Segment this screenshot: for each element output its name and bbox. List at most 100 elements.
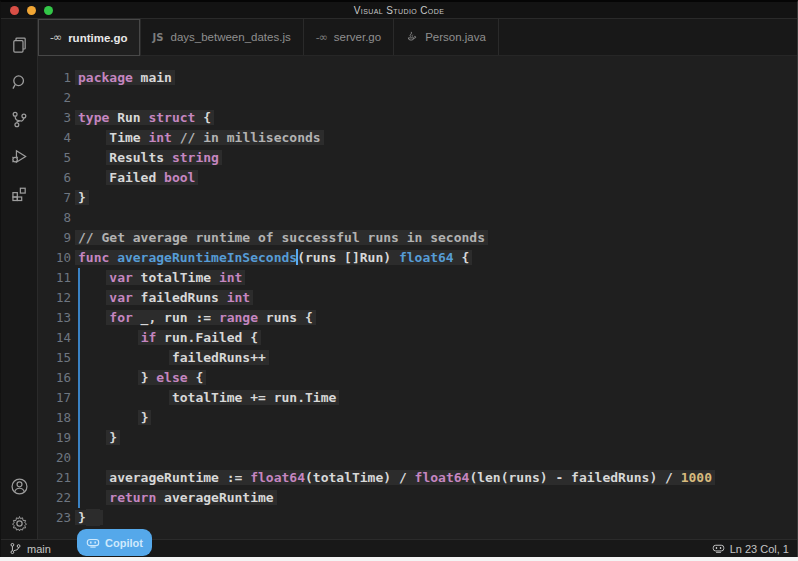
code-line: 5 Results string	[38, 148, 797, 168]
accounts-icon[interactable]	[7, 474, 31, 498]
line-content: func averageRuntimeInSeconds(runs []Run)…	[71, 248, 469, 268]
line-content: }	[71, 188, 86, 208]
line-number: 11	[38, 268, 71, 288]
code-line: 11 var totalTime int	[38, 268, 797, 288]
code-line: 8	[38, 208, 797, 228]
activity-bar	[1, 19, 38, 539]
settings-gear-icon[interactable]	[7, 511, 31, 535]
code-line: 12 var failedRuns int	[38, 288, 797, 308]
line-content	[71, 88, 78, 108]
tab-days_between_dates.js[interactable]: JS days_between_dates.js	[141, 19, 304, 55]
java-icon	[406, 30, 418, 44]
tab-runtime.go[interactable]: -∞runtime.go	[38, 19, 141, 56]
line-number: 5	[38, 148, 71, 168]
cursor-position-indicator[interactable]: Ln 23 Col, 1	[712, 542, 789, 555]
line-number: 2	[38, 88, 71, 108]
line-number: 1	[38, 68, 71, 88]
tab-server.go[interactable]: -∞ server.go	[304, 19, 394, 55]
line-content: } else {	[71, 368, 203, 388]
js-icon: JS	[153, 32, 164, 43]
code-line: 23}	[38, 508, 797, 528]
window-title: Visual Studio Code	[354, 5, 445, 16]
tab-Person.java[interactable]: Person.java	[394, 19, 499, 55]
line-content: var failedRuns int	[71, 288, 250, 308]
code-line: 10func averageRuntimeInSeconds(runs []Ru…	[38, 248, 797, 268]
run-debug-icon[interactable]	[7, 144, 31, 168]
line-number: 6	[38, 168, 71, 188]
code-line: 14 if run.Failed {	[38, 328, 797, 348]
code-line: 19 }	[38, 428, 797, 448]
code-line: 17 totalTime += run.Time	[38, 388, 797, 408]
line-number: 13	[38, 308, 71, 328]
line-content	[71, 448, 78, 468]
line-number: 22	[38, 488, 71, 508]
copilot-icon	[86, 536, 100, 550]
line-content: totalTime += run.Time	[71, 388, 336, 408]
line-number: 23	[38, 508, 71, 528]
indent-guide	[78, 268, 80, 508]
code-line: 18 }	[38, 408, 797, 428]
line-number: 19	[38, 428, 71, 448]
line-number: 3	[38, 108, 71, 128]
line-number: 12	[38, 288, 71, 308]
line-content: averageRuntime := float64(totalTime) / f…	[71, 468, 712, 488]
line-number: 16	[38, 368, 71, 388]
line-number: 20	[38, 448, 71, 468]
code-line: 7}	[38, 188, 797, 208]
code-line: 6 Failed bool	[38, 168, 797, 188]
code-line: 3type Run struct {	[38, 108, 797, 128]
line-content: package main	[71, 68, 172, 88]
code-line: 22 return averageRuntime	[38, 488, 797, 508]
line-number: 10	[38, 248, 71, 268]
line-content: }	[71, 408, 148, 428]
copilot-button-label: Copilot	[105, 537, 143, 549]
tab-label: runtime.go	[68, 32, 127, 44]
cursor-position: Ln 23 Col, 1	[730, 543, 789, 555]
code-line: 16 } else {	[38, 368, 797, 388]
extensions-icon[interactable]	[7, 181, 31, 205]
line-content: }	[71, 508, 100, 528]
title-bar[interactable]: Visual Studio Code	[1, 2, 797, 19]
close-window-button[interactable]	[10, 6, 19, 15]
source-control-icon[interactable]	[7, 107, 31, 131]
branch-name: main	[27, 543, 51, 555]
maximize-window-button[interactable]	[44, 6, 53, 15]
go-icon: -∞	[316, 31, 327, 44]
line-content: Time int // in milliseconds	[71, 128, 321, 148]
line-number: 8	[38, 208, 71, 228]
code-line: 15 failedRuns++	[38, 348, 797, 368]
minimize-window-button[interactable]	[27, 6, 36, 15]
line-number: 9	[38, 228, 71, 248]
line-number: 18	[38, 408, 71, 428]
line-number: 7	[38, 188, 71, 208]
code-line: 9// Get average runtime of successful ru…	[38, 228, 797, 248]
tab-bar: -∞runtime.go JS days_between_dates.js -∞ ser…	[38, 19, 797, 56]
tab-label: server.go	[334, 31, 381, 43]
line-content: // Get average runtime of successful run…	[71, 228, 485, 248]
git-branch-icon	[9, 542, 22, 555]
code-editor[interactable]: 1package main23type Run struct {4 Time i…	[38, 56, 797, 539]
line-content: Results string	[71, 148, 219, 168]
window-controls	[10, 6, 53, 15]
copilot-status-icon	[712, 542, 725, 555]
code-line: 20	[38, 448, 797, 468]
code-line: 21 averageRuntime := float64(totalTime) …	[38, 468, 797, 488]
copilot-button[interactable]: Copilot	[77, 529, 152, 556]
tab-label: days_between_dates.js	[171, 31, 291, 43]
code-line: 4 Time int // in milliseconds	[38, 128, 797, 148]
explorer-icon[interactable]	[7, 33, 31, 57]
code-line: 1package main	[38, 68, 797, 88]
line-content: var totalTime int	[71, 268, 242, 288]
line-number: 14	[38, 328, 71, 348]
line-content: return averageRuntime	[71, 488, 274, 508]
code-area: 1package main23type Run struct {4 Time i…	[38, 68, 797, 528]
vscode-window: Visual Studio Code	[0, 0, 798, 557]
code-line: 2	[38, 88, 797, 108]
tab-label: Person.java	[425, 31, 486, 43]
line-content	[71, 208, 78, 228]
line-number: 4	[38, 128, 71, 148]
git-branch-indicator[interactable]: main	[9, 542, 51, 555]
line-content: Failed bool	[71, 168, 195, 188]
search-icon[interactable]	[7, 70, 31, 94]
code-line: 13 for _, run := range runs {	[38, 308, 797, 328]
